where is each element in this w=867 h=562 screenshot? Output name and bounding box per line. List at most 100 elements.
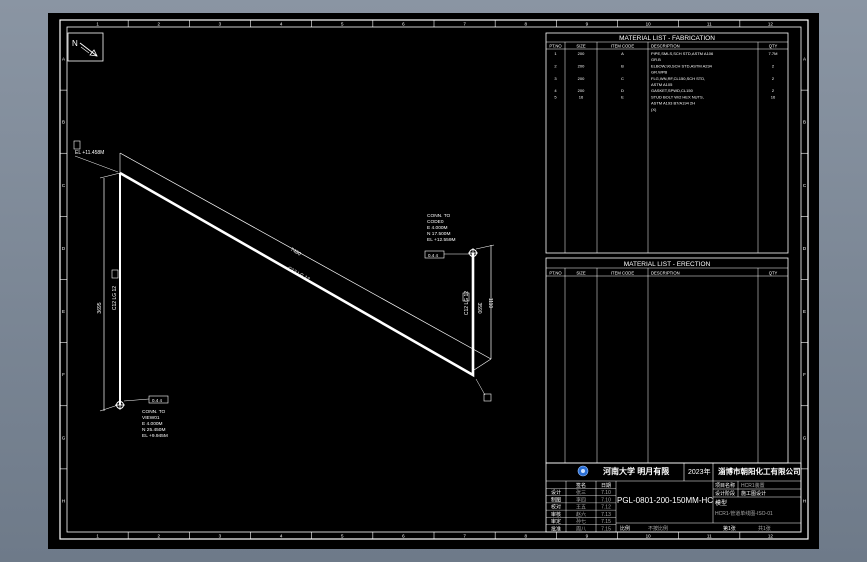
grid-label-row: G xyxy=(803,435,807,440)
year: 2023年 xyxy=(688,467,711,476)
grid-label-col: 6 xyxy=(402,534,405,539)
sign-role: 审核 xyxy=(551,511,561,518)
connection-note-top: CONN. TOCODE0E 4.000MN 17.500MEL +12.559… xyxy=(427,213,456,243)
sign-name: 周八 xyxy=(576,527,586,533)
grid-label-col: 1 xyxy=(96,22,99,27)
table-header-cell: QTY xyxy=(769,271,778,276)
fab-headers: PT.NO SIZE ITEM CODE DESCRIPTION QTY xyxy=(549,44,777,49)
university-name: 河南大学 明月有限 xyxy=(603,466,669,476)
company-name: 淄博市朝阳化工有限公司 xyxy=(718,466,801,476)
elevation-callout-top: EL +11.458M xyxy=(73,140,119,173)
grid-label-col: 5 xyxy=(341,534,344,539)
grid-label-row: E xyxy=(62,309,65,314)
grid-label-col: 7 xyxy=(463,22,466,27)
material-list-erection: MATERIAL LIST - ERECTION PT.NO SIZE ITEM C… xyxy=(545,257,789,464)
table-cell: FLG,WN,RF,CL150,SCH STD, xyxy=(651,76,705,81)
table-cell: 3 xyxy=(554,76,557,81)
table-cell: 2 xyxy=(772,88,775,93)
grid-label-col: 9 xyxy=(586,534,589,539)
table-header-cell: SIZE xyxy=(576,44,586,49)
table-cell: 16 xyxy=(771,94,776,99)
grid-label-col: 7 xyxy=(463,534,466,539)
svg-text:0.4 4: 0.4 4 xyxy=(428,253,439,258)
svg-text:EL +11.458M: EL +11.458M xyxy=(75,150,104,156)
grid-label-row: B xyxy=(803,120,806,125)
table-cell: 200 xyxy=(578,63,585,68)
drawing-canvas[interactable]: 112233445566778899101011111212A AB BC CD DE E… xyxy=(48,13,819,549)
tag-vertical-left: C12 LG 12 xyxy=(112,286,118,310)
table-cell: 7.7M xyxy=(769,51,778,56)
sign-date: 7.15 xyxy=(601,519,611,525)
table-row: 3 200 C FLG,WN,RF,CL150,SCH STD, 2 xyxy=(554,76,775,81)
flag-bottom: 0.4 4 xyxy=(123,395,169,404)
grid-label-col: 4 xyxy=(280,22,283,27)
north-arrow: N xyxy=(67,32,104,62)
sign-name: 孙七 xyxy=(576,518,586,525)
material-list-fabrication: MATERIAL LIST - FABRICATION PT.NO SIZE ITE… xyxy=(545,32,789,254)
sign-role: 设计 xyxy=(551,489,561,496)
grid-label-row: D xyxy=(803,246,807,251)
grid-label-row: C xyxy=(803,183,807,188)
grid-label-col: 10 xyxy=(646,22,652,27)
pipe-isometric[interactable]: 3695 7480 1110 3590 C12 LG 12 C12 LG 12 … xyxy=(73,140,495,439)
grid-label-row: D xyxy=(62,246,66,251)
grid-label-row: A xyxy=(62,57,65,62)
sign-role: 校对 xyxy=(551,504,561,511)
erect-headers: PT.NO SIZE ITEM CODE DESCRIPTION QTY xyxy=(549,271,777,276)
table-cell: B xyxy=(621,63,624,68)
sign-date: 7.15 xyxy=(601,527,611,533)
table-cell: STUD BOLT W/2 HEX NUTS, xyxy=(651,94,704,99)
university-logo-icon xyxy=(577,465,589,477)
drawing-number: PGL-0801-200-150MM-HC xyxy=(617,496,713,505)
table-cell: A xyxy=(621,51,624,56)
stage-label: 设计阶段 xyxy=(715,490,735,497)
connection-point-top[interactable] xyxy=(468,248,478,258)
weld-marker xyxy=(475,378,492,402)
sign-role: 审定 xyxy=(551,518,561,525)
grid-label-col: 12 xyxy=(768,22,774,27)
connection-point-bottom[interactable] xyxy=(115,400,125,410)
grid-label-col: 3 xyxy=(219,534,222,539)
connection-note-line: N 17.500M xyxy=(427,231,450,237)
tag-diagonal: C12 LG 12 xyxy=(286,266,310,283)
grid-label-col: 2 xyxy=(157,22,160,27)
table-cell: ASTM A193 B7/A194 2H xyxy=(651,101,695,106)
dim-diagonal: 7480 xyxy=(289,247,302,258)
table-row: (X) xyxy=(651,107,657,112)
table-header-cell: DESCRIPTION xyxy=(651,44,680,49)
table-cell: ASTM A105 xyxy=(651,82,673,87)
fab-rows: 1 200 A PIPE,SMLS,SCH STD,ASTM A106 7.7M GR.B… xyxy=(554,51,777,112)
connection-note-line: N 25.450M xyxy=(142,427,165,433)
grid-label-row: E xyxy=(803,309,806,314)
sign-name: 李四 xyxy=(576,496,586,503)
table-cell: D xyxy=(621,88,624,93)
drawing-sheet: 1 1 2 2 3 3 4 4 5 5 6 6 7 7 8 8 9 9 10 10 11 11 12 12 A A B B C C D D E E… xyxy=(48,13,819,549)
grid-label-col: 6 xyxy=(402,22,405,27)
sign-date: 7.10 xyxy=(601,490,611,496)
sign-date: 7.13 xyxy=(601,512,611,518)
project-label: 项目名称 xyxy=(715,482,735,489)
sign-name: 张三 xyxy=(576,489,586,496)
title-block: 河南大学 明月有限 2023年 淄博市朝阳化工有限公司 签名 日期设计 张三 7.10… xyxy=(545,462,802,533)
table-row: 2 200 B ELBOW,90,SCH STD,ASTM A234 2 xyxy=(554,63,775,68)
connection-note-line: CONN. TO xyxy=(142,409,166,415)
grid-label-row: B xyxy=(62,120,65,125)
grid-label-row: F xyxy=(803,372,806,377)
grid-label-col: 10 xyxy=(646,534,652,539)
table-cell: 16 xyxy=(579,94,584,99)
table-cell: PIPE,SMLS,SCH STD,ASTM A106 xyxy=(651,51,714,56)
north-arrow-icon xyxy=(79,42,98,57)
dim-vertical-left: 3695 xyxy=(97,302,103,313)
grid-label-col: 5 xyxy=(341,22,344,27)
table-cell: 2 xyxy=(772,63,775,68)
table-header-cell: PT.NO xyxy=(549,44,562,49)
table-cell: GR.B xyxy=(651,57,661,62)
table-header-cell: PT.NO xyxy=(549,271,562,276)
table-header-cell: ITEM CODE xyxy=(611,44,634,49)
grid-label-row: G xyxy=(62,435,66,440)
table-cell: GR.WPB xyxy=(651,70,668,75)
table-cell: 2 xyxy=(772,76,775,81)
sign-name: 赵六 xyxy=(576,511,586,518)
grid-label-col: 11 xyxy=(707,534,712,539)
signature-rows: 签名 日期设计 张三 7.10制图 李四 7.10校对 王五 7.12审核 赵六 7.13审定 孙七… xyxy=(546,482,616,533)
